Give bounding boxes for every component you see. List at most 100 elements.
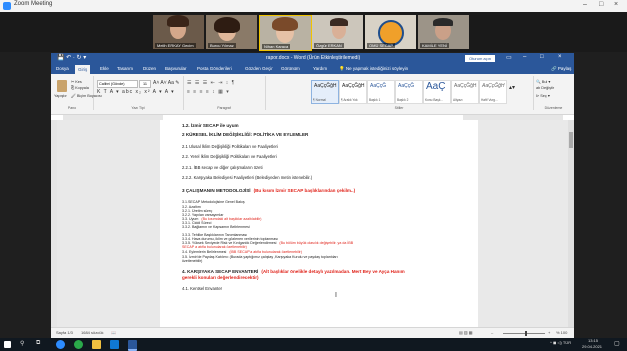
document-page[interactable]: 1.2. İzmir SECAP ile uyum 2 KÜRESEL İKLİM… [160,120,478,327]
select-button[interactable]: ⊳ Seç ▾ [536,93,550,98]
document-line: gerekli konuları değerlendirecektir) [182,275,259,280]
style-title[interactable]: AaÇ Konu Başlı... [423,80,451,104]
font-format-row[interactable]: K T A ▾ abc x₂ x² A ▾ A ▾ [97,89,175,95]
word-app-icon[interactable] [128,340,137,351]
start-icon[interactable] [4,341,11,348]
editing-group: 🔍 Bul ▾ ab Değiştir ⊳ Seç ▾ Düzenleme [533,76,574,110]
zoom-slider-knob[interactable] [525,331,527,336]
paste-button-label[interactable]: Yapıştır [54,94,67,98]
font-size-select[interactable]: 11 [139,80,151,88]
participant-name: Burcu Yılmaz [208,43,236,48]
tab-design[interactable]: Tasarım [117,66,133,71]
font-group: Calibri (Gövde) 11 A˄ A˅ Aa ✎ K T A ▾ ab… [93,76,184,110]
zoom-window-title: Zoom Meeting [14,1,53,7]
document-line: SECAP a atıfla bulunularak özetlenebilir… [182,245,247,249]
zoom-app-icon[interactable] [56,340,65,349]
tab-references[interactable]: Başvurular [165,66,187,71]
quick-access-toolbar[interactable]: 💾 ↶ · ↻ ▾ [57,54,86,61]
styles-more-icon[interactable]: ▴▾ [509,84,515,91]
sign-in-button[interactable]: Oturum açın [465,55,495,62]
replace-button[interactable]: ab Değiştir [536,86,554,90]
style-heading-2[interactable]: AaÇçĞ Başlık 2 [395,80,423,104]
mail-icon[interactable] [110,340,119,349]
participant-tile[interactable]: KAMİLE YENİ [418,15,469,49]
tab-layout[interactable]: Düzen [143,66,156,71]
document-line: özetlenebilir) [182,259,203,263]
notifications-icon[interactable]: ▢ [614,340,620,347]
participant-tile[interactable]: OMÜ SECAP [365,15,416,49]
paragraph-group: ☰ ☰ ☰ ⇤ ⇥ ↕ ¶ ≡ ≡ ≡ ≡ ↕ ▦ ▾ Paragraf [183,76,266,110]
style-normal[interactable]: AaÇçĞğH ¶ Normal [311,80,339,104]
tab-review[interactable]: Gözden Geçir [245,66,273,71]
document-line: 2.2. Yerel İklim Değişikliği Politikalar… [182,154,277,159]
word-maximize-button[interactable]: □ [540,54,544,60]
participant-tile[interactable]: Melih ERKAY Gecim [153,15,204,49]
style-heading-1[interactable]: AaÇçĞ Başlık 1 [367,80,395,104]
paragraph-group-label: Paragraf [217,106,231,110]
document-line: 3.5. İzmir'de Paydaş Katılımı: (Burada y… [182,255,338,259]
tab-insert[interactable]: Ekle [100,66,109,71]
tell-me-search[interactable]: 💡 Ne yapmak istediğinizi söyleyin [339,66,408,72]
clipboard-group-label: Pano [67,106,77,110]
document-line: 4. KARŞIYAKA SECAP ENVANTERİ (Alt başlıkl… [182,269,405,274]
zoom-out-button[interactable]: – [491,330,493,335]
zoom-slider[interactable] [503,331,545,336]
find-button[interactable]: 🔍 Bul ▾ [536,79,550,84]
maximize-button[interactable]: □ [599,1,603,8]
close-button[interactable]: × [614,1,618,8]
document-line: 2.2.1. İBB secap ve diğer çalışmaların ö… [182,165,263,170]
task-view-icon[interactable]: ⧉ [36,340,40,347]
tab-help[interactable]: Yardım [313,66,327,71]
participant-tile-active-speaker[interactable]: Nihan Karaca [259,15,312,51]
style-subtle-emphasis[interactable]: AaÇçĞğH Hafif Vurg... [479,80,507,104]
vertical-scrollbar[interactable] [568,120,574,327]
font-group-label: Yazı Tipi [131,106,145,110]
clipboard-group: Yapıştır ✂ Kes ⎘ Kopyala 🖌 Biçim Boyacıs… [51,76,102,110]
style-no-spacing[interactable]: AaÇçĞğH ¶ Aralık Yok [339,80,367,104]
styles-group-label: Stiller [394,106,404,110]
style-subtitle[interactable]: AaÇçĞğH Altyazı [451,80,479,104]
clock-date[interactable]: 29.04.2021 [582,344,602,349]
document-line: 3.3.2. Bağlamın ve Kapsamın Belirlenmesi [182,225,250,229]
ribbon-display-icon[interactable]: ▭ [506,54,512,61]
copy-button[interactable]: ⎘ Kopyala [71,86,89,90]
zoom-level[interactable]: % 100 [556,330,567,335]
page-count[interactable]: Sayfa 1/3 [56,330,73,335]
word-count[interactable]: 1684 sözcük [81,330,103,335]
paste-icon[interactable] [57,80,67,92]
document-line: 1.2. İzmir SECAP ile uyum [182,123,239,128]
document-line: 2 KÜRESEL İKLİM DEĞİŞİKLİĞİ: POLİTİKA VE… [182,132,309,137]
editing-group-label: Düzenleme [544,106,563,110]
participant-gallery: Melih ERKAY Gecim Burcu Yılmaz Nihan Kar… [0,12,627,52]
scrollbar-thumb[interactable] [569,132,573,148]
zoom-in-button[interactable]: + [548,330,550,335]
tab-home[interactable]: Giriş [75,65,91,74]
paragraph-align-row[interactable]: ≡ ≡ ≡ ≡ ↕ ▦ ▾ [187,89,230,95]
tab-mailings[interactable]: Posta Gönderileri [197,66,232,71]
proofing-icon[interactable]: 📖 [111,330,116,335]
participant-tile[interactable]: Özgür ERKAN [312,15,363,49]
share-button[interactable]: 🔗 Paylaş [551,66,571,72]
file-explorer-icon[interactable] [92,340,101,349]
system-tray-icons[interactable]: ^ ◼ ◁) TÜR [550,340,571,345]
grow-font-icon[interactable]: A˄ A˅ Aa ✎ [153,80,179,86]
participant-name: Melih ERKAY Gecim [155,43,196,48]
word-title-bar: 💾 ↶ · ↻ ▾ rapor.docx - Word (Ürün Etkinl… [51,53,574,64]
tab-file[interactable]: Dosya [56,66,69,71]
cut-button[interactable]: ✂ Kes [71,79,82,84]
document-area: 1.2. İzmir SECAP ile uyum 2 KÜRESEL İKLİM… [57,120,568,327]
search-icon[interactable]: ⚲ [20,340,24,347]
document-title: rapor.docx - Word (Ürün Etkinleştirileme… [266,55,361,61]
participant-tile[interactable]: Burcu Yılmaz [206,15,257,49]
chrome-icon[interactable] [74,340,83,349]
windows-taskbar: ⚲ ⧉ ^ ◼ ◁) TÜR 13:15 29.04.2021 ▢ [0,338,627,351]
minimize-button[interactable]: – [583,1,587,8]
clock-time[interactable]: 13:15 [588,338,598,343]
tab-view[interactable]: Görünüm [281,66,300,71]
view-mode-icons[interactable]: ▤ ▥ ▦ [459,330,473,335]
word-minimize-button[interactable]: – [523,54,526,60]
paragraph-list-row[interactable]: ☰ ☰ ☰ ⇤ ⇥ ↕ ¶ [187,80,235,86]
font-name-select[interactable]: Calibri (Gövde) [97,80,138,88]
document-line: 3.1.SECAP Metodolojisine Genel Bakış [182,200,245,204]
word-close-button[interactable]: × [558,54,562,60]
